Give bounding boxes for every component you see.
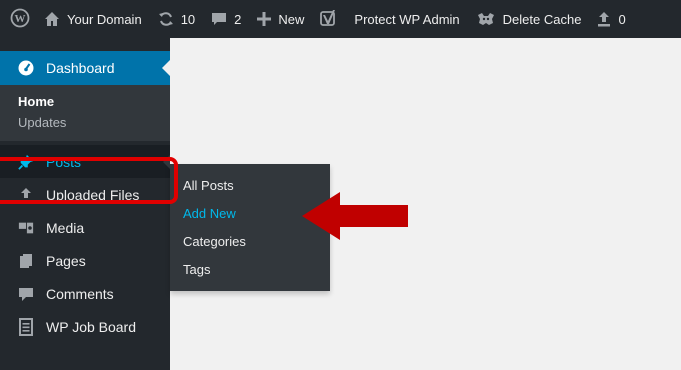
cache-icon <box>476 11 496 27</box>
sidebar-item-label: Comments <box>46 285 114 302</box>
submenu-item-home[interactable]: Home <box>0 91 170 112</box>
sidebar-item-dashboard[interactable]: Dashboard <box>0 51 170 85</box>
comments-menu[interactable]: 2 <box>203 0 249 38</box>
sidebar-item-label: Media <box>46 219 85 236</box>
updates-menu[interactable]: 10 <box>150 0 203 38</box>
media-icon <box>18 220 34 236</box>
cache-label: Delete Cache <box>502 11 582 27</box>
posts-highlight-annotation <box>0 157 178 204</box>
updates-icon <box>158 11 174 27</box>
flyout-item-tags[interactable]: Tags <box>170 256 330 284</box>
protect-wp-admin-menu[interactable]: Protect WP Admin <box>346 0 467 38</box>
uploads-count: 0 <box>618 11 626 27</box>
site-name: Your Domain <box>67 11 142 27</box>
current-menu-arrow <box>162 60 170 76</box>
svg-text:W: W <box>15 13 26 25</box>
uploads-menu[interactable]: 0 <box>589 0 633 38</box>
sidebar-item-comments[interactable]: Comments <box>0 277 170 310</box>
new-label: New <box>278 11 305 27</box>
site-name-menu[interactable]: Your Domain <box>36 0 150 38</box>
red-pointer-arrow <box>302 192 408 240</box>
sidebar-item-media[interactable]: Media <box>0 211 170 244</box>
dashboard-icon <box>18 60 34 76</box>
plus-icon <box>257 12 272 26</box>
comments-count: 2 <box>234 11 242 27</box>
new-content-menu[interactable]: New <box>249 0 312 38</box>
sidebar-item-label: WP Job Board <box>46 318 137 335</box>
pages-icon <box>18 253 34 269</box>
sidebar-item-pages[interactable]: Pages <box>0 244 170 277</box>
comment-icon <box>211 11 227 27</box>
home-icon <box>44 11 60 27</box>
document-icon <box>18 317 34 336</box>
delete-cache-menu[interactable]: Delete Cache <box>468 0 590 38</box>
dashboard-submenu: Home Updates <box>0 85 170 141</box>
yoast-menu[interactable] <box>312 0 346 38</box>
wordpress-logo-menu[interactable]: W <box>0 0 36 38</box>
submenu-item-updates[interactable]: Updates <box>0 112 170 133</box>
upload-icon <box>597 11 611 27</box>
sidebar-item-label: Pages <box>46 252 86 269</box>
updates-count: 10 <box>180 11 196 27</box>
yoast-icon <box>320 9 338 30</box>
wordpress-icon: W <box>10 8 30 31</box>
sidebar-item-label: Dashboard <box>46 60 115 76</box>
protect-label: Protect WP Admin <box>354 11 460 27</box>
admin-sidebar: Dashboard Home Updates Posts Uploaded Fi… <box>0 38 170 370</box>
comments-icon <box>18 286 34 302</box>
admin-bar: W Your Domain 10 2 New Protect WP Admin <box>0 0 681 38</box>
sidebar-item-wp-job-board[interactable]: WP Job Board <box>0 310 170 343</box>
